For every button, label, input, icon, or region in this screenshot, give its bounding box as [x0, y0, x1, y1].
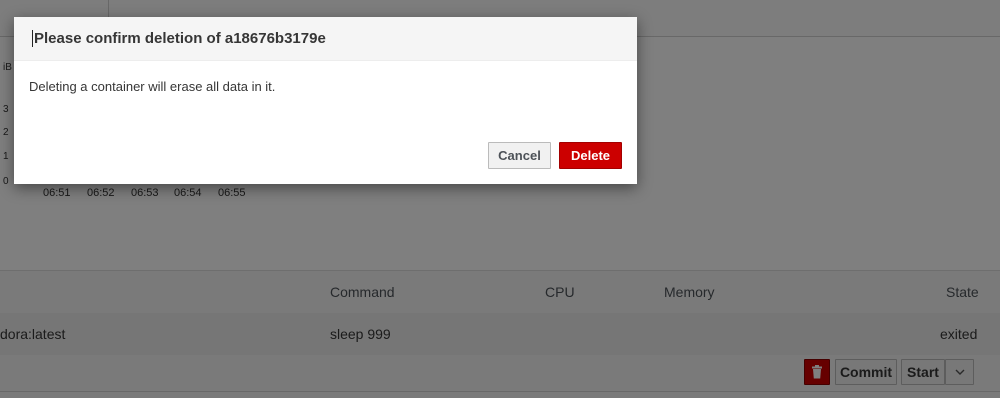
cancel-button[interactable]: Cancel — [488, 142, 551, 169]
confirm-delete-dialog: Please confirm deletion of a18676b3179e … — [14, 17, 637, 184]
dialog-title: Please confirm deletion of a18676b3179e — [32, 30, 326, 47]
dialog-header: Please confirm deletion of a18676b3179e — [14, 17, 637, 61]
delete-button[interactable]: Delete — [559, 142, 622, 169]
dialog-message: Deleting a container will erase all data… — [29, 79, 276, 94]
